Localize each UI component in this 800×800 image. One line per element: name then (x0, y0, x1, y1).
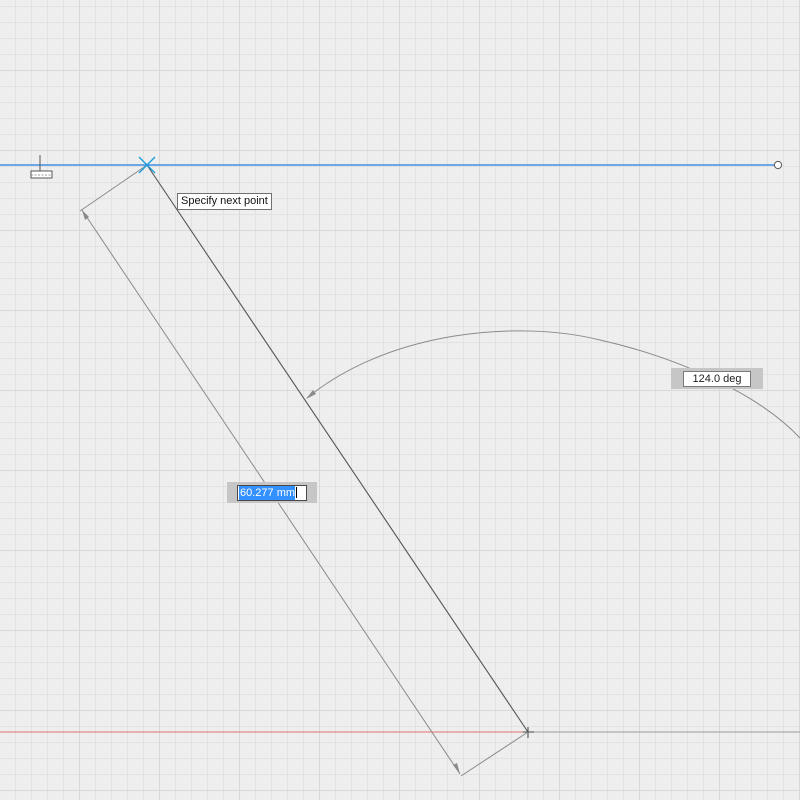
length-dimension-value: 60.277 mm (239, 485, 296, 500)
arrowhead-icon (306, 390, 316, 399)
angle-dimension[interactable]: 124.0 deg (671, 368, 763, 389)
sketch-line[interactable] (146, 164, 529, 733)
horizontal-constraint-icon[interactable] (30, 155, 53, 179)
length-dim-extension-bottom (460, 731, 529, 777)
length-dim-extension-top (79, 164, 148, 212)
arrowhead-icon (453, 763, 460, 774)
sketch-drawing (0, 155, 800, 777)
start-point-marker[interactable] (523, 727, 534, 738)
length-dimension[interactable]: 60.277 mm (227, 482, 317, 503)
prompt-tooltip: Specify next point (177, 193, 272, 210)
text-caret (296, 487, 298, 498)
angle-dimension-value[interactable]: 124.0 deg (682, 370, 752, 387)
sketch-canvas[interactable]: Specify next point 124.0 deg 60.277 mm (0, 0, 800, 800)
line-endpoint-icon[interactable] (773, 160, 783, 170)
length-dimension-input[interactable]: 60.277 mm (237, 484, 307, 501)
